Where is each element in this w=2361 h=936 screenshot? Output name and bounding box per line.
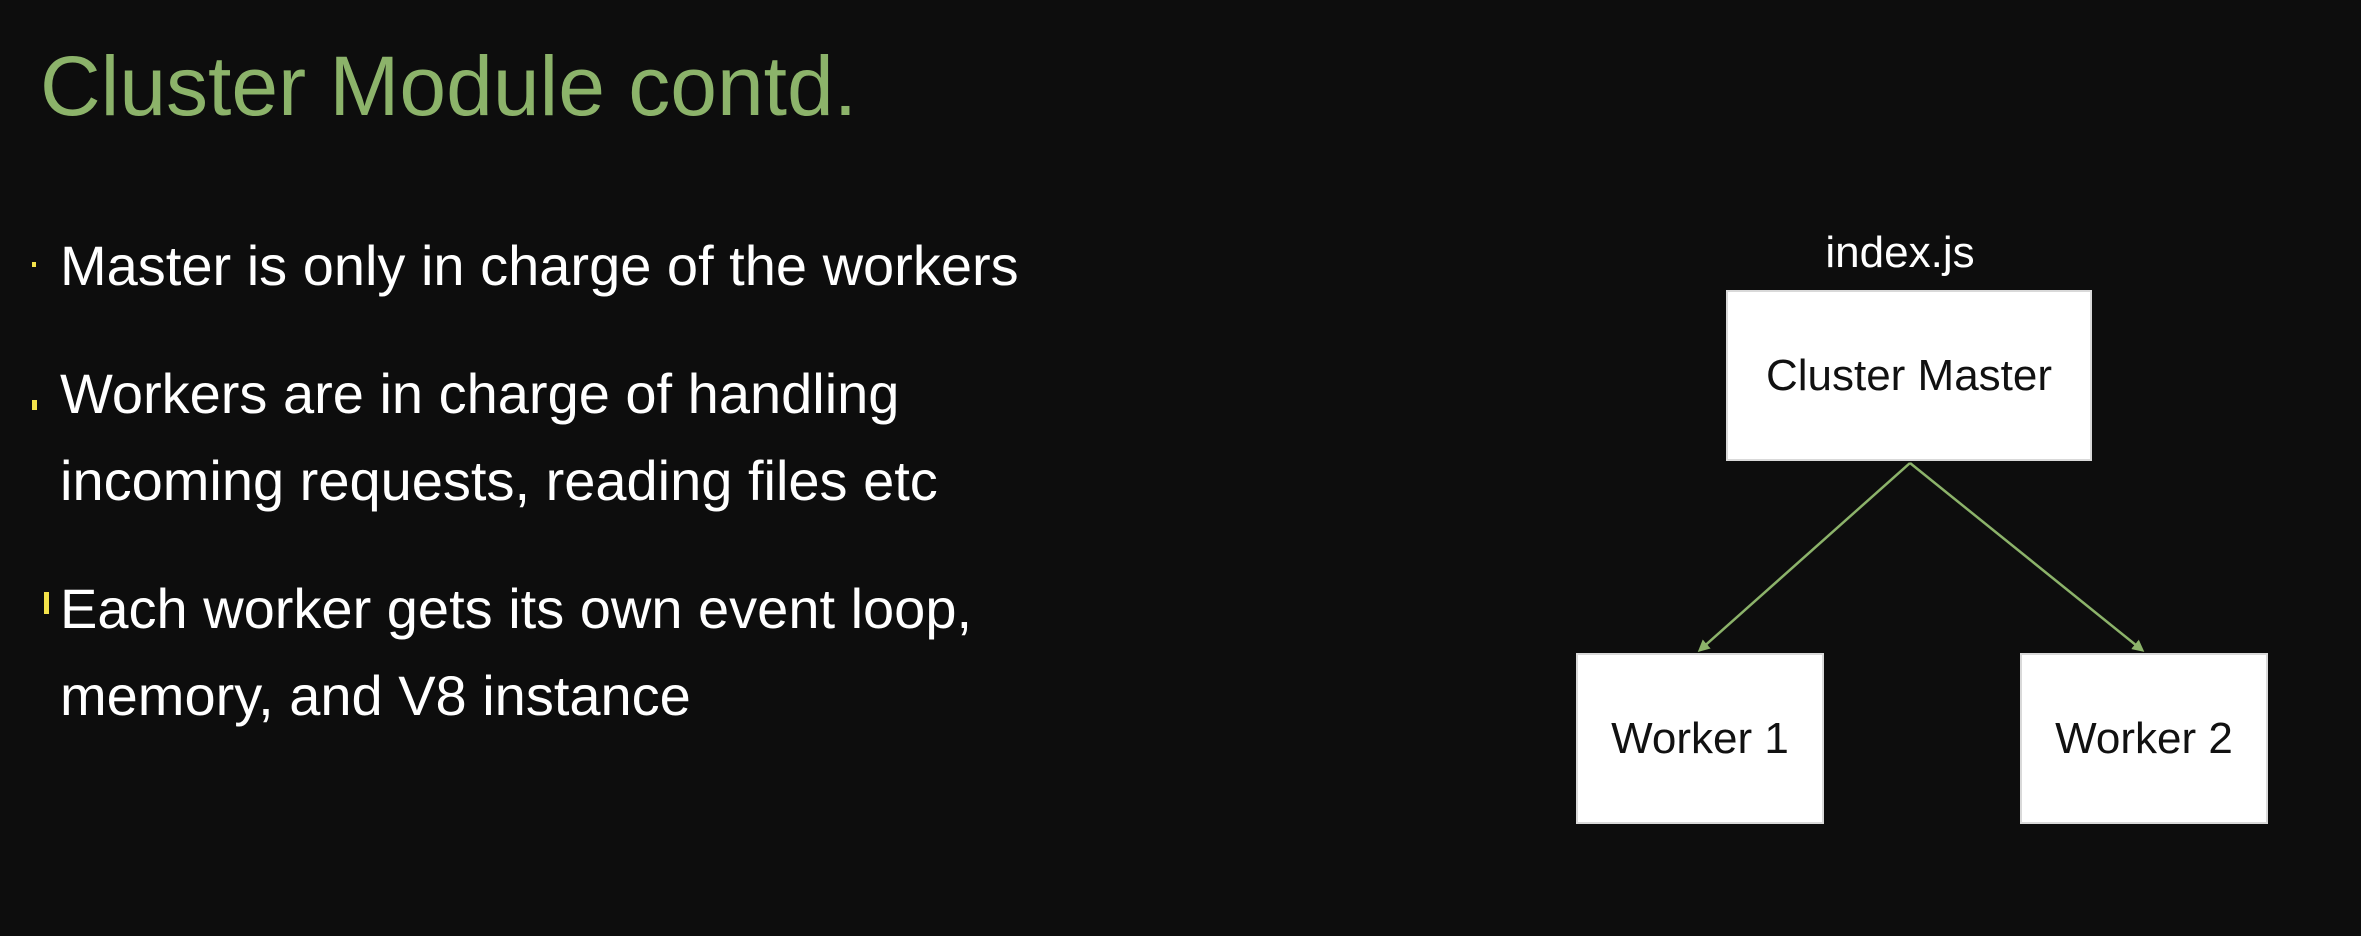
cluster-diagram: index.js Cluster Master Worker 1 Worker … (0, 0, 2361, 936)
file-label: index.js (1825, 228, 1975, 277)
worker-1-box: Worker 1 (1576, 653, 1824, 824)
diagram-arrows (1697, 462, 2145, 652)
worker-2-box: Worker 2 (2020, 653, 2268, 824)
arrow-master-to-worker-2 (1909, 462, 2145, 652)
arrow-master-to-worker-1 (1697, 462, 1911, 652)
cluster-master-box: Cluster Master (1726, 290, 2092, 461)
